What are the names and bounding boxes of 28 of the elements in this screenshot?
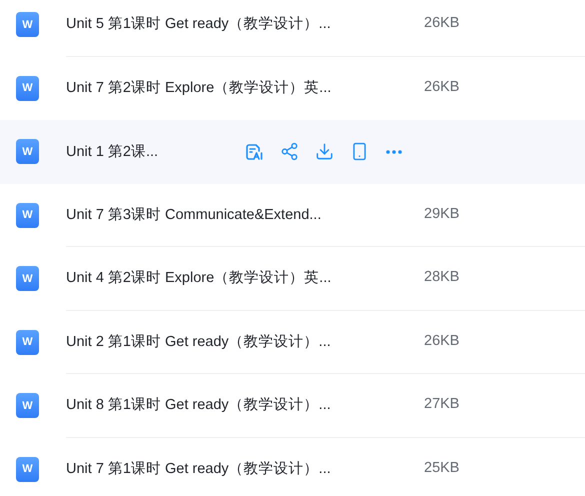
file-size: 29KB (424, 204, 460, 224)
file-size: 26KB (424, 332, 460, 351)
word-file-icon: W (16, 393, 39, 418)
word-file-icon: W (16, 139, 39, 164)
word-file-icon: W (16, 266, 39, 292)
file-name: Unit 7 第1课时 Get ready（教学设计）... (66, 461, 331, 478)
file-name: Unit 1 第2课... (66, 144, 158, 160)
share-icon (280, 142, 298, 162)
file-name: Unit 2 第1课时 Get ready（教学设计）... (66, 334, 331, 350)
word-file-icon: W (16, 456, 39, 482)
file-name: Unit 8 第1课时 Get ready（教学设计）... (66, 397, 331, 414)
file-size: 26KB (424, 78, 460, 98)
file-row[interactable]: W Unit 7 第3课时 Communicate&Extend... 29KB (0, 184, 585, 247)
file-size: 25KB (424, 459, 460, 478)
word-file-icon: W (16, 76, 39, 101)
download-icon (314, 142, 334, 162)
file-size: 27KB (424, 395, 460, 414)
file-name: Unit 7 第2课时 Explore（教学设计）英... (66, 80, 332, 96)
file-name: Unit 7 第3课时 Communicate&Extend... (66, 206, 322, 223)
word-file-icon: W (16, 12, 39, 38)
document-ai-icon (244, 142, 264, 162)
word-file-icon: W (16, 330, 39, 355)
file-size: 26KB (424, 14, 460, 34)
file-size: 28KB (424, 268, 460, 288)
more-icon (386, 150, 402, 154)
word-file-icon: W (16, 202, 39, 228)
file-name: Unit 4 第2课时 Explore（教学设计）英... (66, 270, 332, 286)
file-name: Unit 5 第1课时 Get ready（教学设计）... (66, 16, 331, 32)
